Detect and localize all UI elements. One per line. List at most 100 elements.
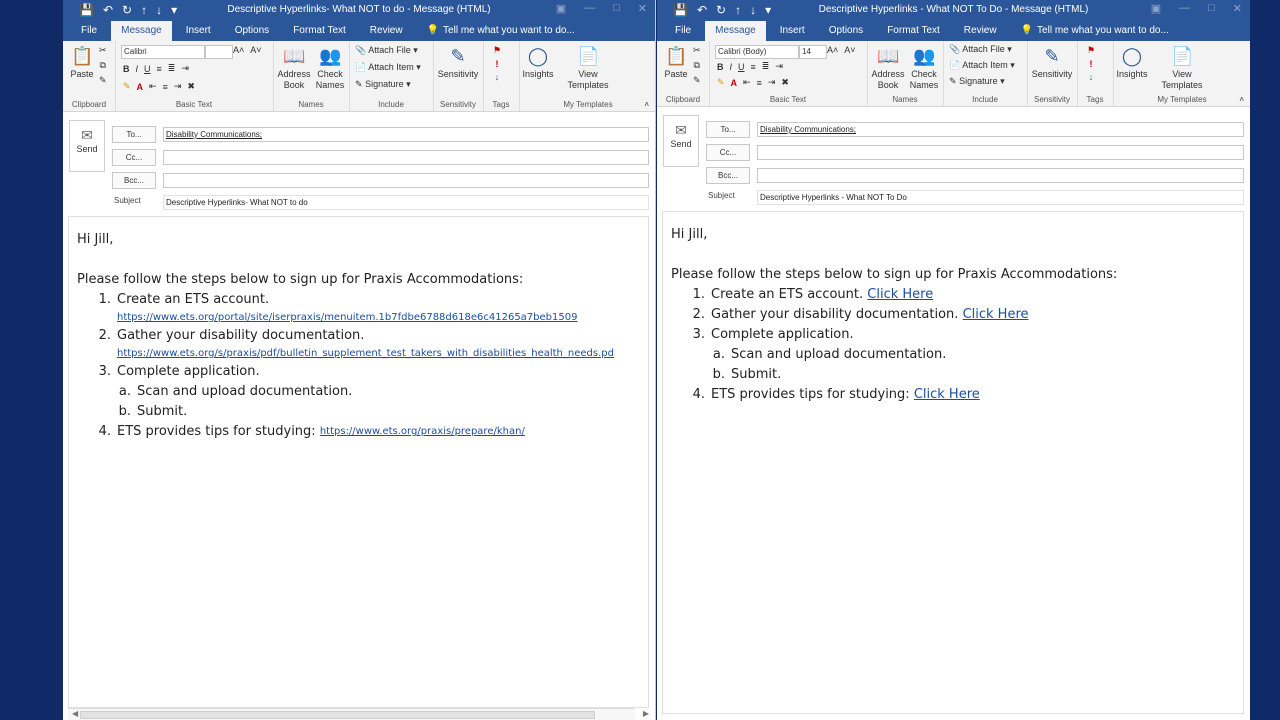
insights-button[interactable]: ◯ Insights xyxy=(519,45,557,80)
message-body[interactable]: Hi Jill, Please follow the steps below t… xyxy=(662,211,1244,714)
tab-review[interactable]: Review xyxy=(954,21,1007,41)
address-book-button[interactable]: 📖 Address Book xyxy=(277,45,311,91)
close-icon[interactable]: ✕ xyxy=(1233,2,1242,15)
font-size-box[interactable] xyxy=(205,45,233,59)
descriptive-link[interactable]: Click Here xyxy=(867,285,933,305)
send-button[interactable]: ✉ Send xyxy=(663,115,699,167)
low-importance-icon[interactable]: ↓ xyxy=(495,72,500,82)
align-left-icon[interactable]: ⇤ xyxy=(149,81,157,92)
cut-icon[interactable]: ✂ xyxy=(693,45,701,56)
high-importance-icon[interactable]: ! xyxy=(496,59,499,69)
bullets-icon[interactable]: ≡ xyxy=(751,62,756,72)
message-body[interactable]: Hi Jill, Please follow the steps below t… xyxy=(68,216,649,708)
subject-field[interactable]: Descriptive Hyperlinks- What NOT to do xyxy=(163,195,649,210)
numbering-icon[interactable]: ≣ xyxy=(168,63,176,74)
format-painter-icon[interactable]: ✎ xyxy=(693,75,701,86)
bcc-button[interactable]: Bcc... xyxy=(112,172,156,189)
bullets-icon[interactable]: ≡ xyxy=(157,64,162,74)
minimize-icon[interactable]: — xyxy=(1179,2,1190,15)
bcc-button[interactable]: Bcc... xyxy=(706,167,750,184)
tab-file[interactable]: File xyxy=(665,21,701,41)
tab-insert[interactable]: Insert xyxy=(770,21,815,41)
collapse-ribbon-icon[interactable]: ˄ xyxy=(1239,95,1244,104)
tab-options[interactable]: Options xyxy=(225,21,279,41)
bcc-field[interactable] xyxy=(163,173,649,188)
align-center-icon[interactable]: ≡ xyxy=(757,78,762,88)
tab-message[interactable]: Message xyxy=(705,21,766,41)
horizontal-scrollbar[interactable]: ◀ ▶ xyxy=(68,708,649,720)
font-color-button[interactable]: A xyxy=(137,82,144,92)
raw-url-link[interactable]: https://www.ets.org/s/praxis/pdf/bulleti… xyxy=(77,346,640,362)
cc-button[interactable]: Cc... xyxy=(706,144,750,161)
attach-file-button[interactable]: 📎 Attach File ▾ xyxy=(355,45,418,56)
subject-field[interactable]: Descriptive Hyperlinks - What NOT To Do xyxy=(757,190,1244,205)
descriptive-link[interactable]: Click Here xyxy=(963,305,1029,325)
close-icon[interactable]: ✕ xyxy=(638,2,647,15)
font-color-button[interactable]: A xyxy=(731,78,738,88)
bcc-field[interactable] xyxy=(757,168,1244,183)
paste-button[interactable]: 📋 Paste xyxy=(661,45,691,80)
tab-insert[interactable]: Insert xyxy=(176,21,221,41)
cc-field[interactable] xyxy=(163,150,649,165)
highlight-icon[interactable]: ✎ xyxy=(123,81,131,92)
shrink-font-icon[interactable]: A˅ xyxy=(250,45,261,55)
tab-format-text[interactable]: Format Text xyxy=(877,21,950,41)
tell-me-box[interactable]: 💡 Tell me what you want to do... xyxy=(417,21,585,41)
insights-button[interactable]: ◯ Insights xyxy=(1113,45,1151,80)
tab-options[interactable]: Options xyxy=(819,21,873,41)
copy-icon[interactable]: ⧉ xyxy=(100,60,106,71)
to-button[interactable]: To... xyxy=(112,126,156,143)
shrink-font-icon[interactable]: A˅ xyxy=(844,45,855,55)
scroll-right-icon[interactable]: ▶ xyxy=(643,709,649,718)
maximize-icon[interactable]: □ xyxy=(1208,2,1215,15)
indent-icon[interactable]: ⇥ xyxy=(181,63,189,74)
highlight-icon[interactable]: ✎ xyxy=(717,77,725,88)
align-right-icon[interactable]: ⇥ xyxy=(174,81,182,92)
tab-format-text[interactable]: Format Text xyxy=(283,21,356,41)
sensitivity-button[interactable]: ✎ Sensitivity xyxy=(435,45,481,80)
align-right-icon[interactable]: ⇥ xyxy=(768,77,776,88)
cc-field[interactable] xyxy=(757,145,1244,160)
low-importance-icon[interactable]: ↓ xyxy=(1089,72,1094,82)
tab-file[interactable]: File xyxy=(71,21,107,41)
send-button[interactable]: ✉ Send xyxy=(69,120,105,172)
raw-url-link[interactable]: https://www.ets.org/portal/site/iserprax… xyxy=(77,310,640,326)
to-field[interactable]: Disability Communications; xyxy=(163,127,649,142)
format-painter-icon[interactable]: ✎ xyxy=(99,75,107,86)
attach-item-button[interactable]: 📄 Attach Item ▾ xyxy=(949,60,1015,71)
signature-button[interactable]: ✎ Signature ▾ xyxy=(355,79,411,90)
view-templates-button[interactable]: 📄 View Templates xyxy=(1155,45,1209,91)
paste-button[interactable]: 📋 Paste xyxy=(67,45,97,80)
clear-format-icon[interactable]: ✖ xyxy=(187,81,195,92)
underline-button[interactable]: U xyxy=(738,62,745,72)
collapse-ribbon-icon[interactable]: ˄ xyxy=(644,100,649,109)
attach-item-button[interactable]: 📄 Attach Item ▾ xyxy=(355,62,421,73)
grow-font-icon[interactable]: A˄ xyxy=(233,45,244,55)
descriptive-link[interactable]: Click Here xyxy=(914,385,980,405)
font-name-box[interactable]: Calibri (Body) xyxy=(715,45,799,59)
underline-button[interactable]: U xyxy=(144,64,151,74)
minimize-icon[interactable]: — xyxy=(584,2,595,15)
flag-icon[interactable]: ⚑ xyxy=(493,45,501,56)
address-book-button[interactable]: 📖 Address Book xyxy=(871,45,905,91)
align-center-icon[interactable]: ≡ xyxy=(163,82,168,92)
view-templates-button[interactable]: 📄 View Templates xyxy=(561,45,615,91)
grow-font-icon[interactable]: A˄ xyxy=(827,45,838,55)
attach-file-button[interactable]: 📎 Attach File ▾ xyxy=(949,44,1012,55)
restore-icon[interactable]: ▣ xyxy=(556,2,566,15)
scroll-thumb[interactable] xyxy=(80,711,595,719)
flag-icon[interactable]: ⚑ xyxy=(1087,45,1095,56)
high-importance-icon[interactable]: ! xyxy=(1090,59,1093,69)
raw-url-link[interactable]: https://www.ets.org/praxis/prepare/khan/ xyxy=(320,422,525,442)
check-names-button[interactable]: 👥 Check Names xyxy=(907,45,941,91)
scroll-left-icon[interactable]: ◀ xyxy=(72,709,78,718)
check-names-button[interactable]: 👥 Check Names xyxy=(313,45,347,91)
clear-format-icon[interactable]: ✖ xyxy=(781,77,789,88)
tell-me-box[interactable]: 💡 Tell me what you want to do... xyxy=(1011,21,1179,41)
sensitivity-button[interactable]: ✎ Sensitivity xyxy=(1029,45,1075,80)
italic-button[interactable]: I xyxy=(136,64,139,74)
bold-button[interactable]: B xyxy=(717,62,724,72)
italic-button[interactable]: I xyxy=(730,62,733,72)
font-name-box[interactable]: Calibri xyxy=(121,45,205,59)
numbering-icon[interactable]: ≣ xyxy=(762,61,770,72)
